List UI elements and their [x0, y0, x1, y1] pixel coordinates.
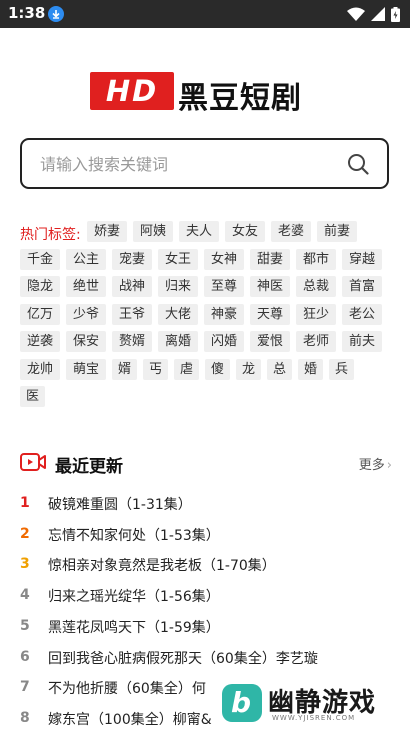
tag-item[interactable]: 离婚	[158, 331, 198, 352]
download-icon	[48, 6, 64, 22]
rank-number: 5	[20, 617, 30, 634]
signal-icon	[371, 7, 385, 21]
tag-item[interactable]: 至尊	[204, 276, 244, 297]
tag-item[interactable]: 婿	[112, 358, 137, 380]
search-box[interactable]	[20, 138, 389, 189]
drama-title[interactable]: 惊相亲对象竟然是我老板（1-70集）	[48, 555, 276, 575]
status-bar: 1:38	[0, 0, 410, 28]
rank-number: 3	[20, 556, 30, 573]
search-input[interactable]	[40, 152, 330, 176]
tag-item[interactable]: 神医	[250, 276, 290, 297]
video-icon	[20, 453, 46, 471]
drama-title[interactable]: 不为他折腰（60集全）何	[48, 678, 206, 698]
status-time: 1:38	[8, 4, 46, 22]
more-link[interactable]: 更多 ›	[359, 454, 392, 473]
tag-item[interactable]: 都市	[296, 248, 336, 270]
hot-tags-label: 热门标签:	[20, 227, 81, 243]
tag-item[interactable]: 老师	[296, 331, 336, 352]
recent-list-item[interactable]: 3 惊相亲对象竟然是我老板（1-70集）	[20, 554, 392, 576]
tag-item[interactable]: 娇妻	[87, 221, 127, 242]
tag-item[interactable]: 归来	[158, 276, 198, 297]
wifi-icon	[347, 7, 365, 21]
tag-item[interactable]: 丐	[143, 358, 168, 380]
watermark: b 幽静游戏 WWW.YJISREN.COM	[220, 680, 406, 726]
recent-list-item[interactable]: 4 归来之瑶光绽华（1-56集）	[20, 585, 392, 607]
tag-item[interactable]: 前夫	[342, 331, 382, 352]
tag-item[interactable]: 宠妻	[112, 248, 152, 270]
tag-item[interactable]: 穿越	[342, 248, 382, 270]
tag-item[interactable]: 战神	[112, 276, 152, 297]
tag-item[interactable]: 保安	[66, 331, 106, 352]
tag-item[interactable]: 夫人	[179, 221, 219, 242]
recent-updates-header: 最近更新 更多 ›	[20, 450, 392, 477]
drama-title[interactable]: 破镜难重圆（1-31集）	[48, 494, 192, 514]
tag-item[interactable]: 少爷	[66, 303, 106, 325]
app-logo: HD 黑豆短剧	[90, 72, 320, 116]
rank-number: 2	[20, 525, 30, 542]
tag-item[interactable]: 阿姨	[133, 221, 173, 242]
tag-item[interactable]: 婚	[298, 358, 323, 380]
tag-item[interactable]: 兵	[329, 358, 354, 380]
tag-item[interactable]: 傻	[205, 358, 230, 380]
watermark-logo-icon: b	[222, 684, 262, 722]
tag-item[interactable]: 狂少	[296, 303, 336, 325]
rank-number: 4	[20, 587, 30, 604]
tag-item[interactable]: 天尊	[250, 303, 290, 325]
rank-number: 6	[20, 648, 30, 665]
tag-item[interactable]: 首富	[342, 276, 382, 297]
battery-icon	[391, 6, 400, 22]
drama-title[interactable]: 嫁东宫（100集全）柳甯&	[48, 709, 212, 729]
rank-number: 8	[20, 709, 30, 726]
status-icons	[347, 5, 400, 23]
tag-item[interactable]: 亿万	[20, 303, 60, 325]
tag-item[interactable]: 龙帅	[20, 358, 60, 380]
rank-number: 7	[20, 679, 30, 696]
tag-item[interactable]: 女王	[158, 248, 198, 270]
recent-list-item[interactable]: 2 忘情不知家何处（1-53集）	[20, 524, 392, 546]
logo-badge: HD	[90, 72, 174, 110]
tag-item[interactable]: 闪婚	[204, 331, 244, 352]
watermark-url: WWW.YJISREN.COM	[272, 714, 356, 722]
drama-title[interactable]: 归来之瑶光绽华（1-56集）	[48, 586, 220, 606]
tag-item[interactable]: 总裁	[296, 276, 336, 297]
recent-list-item[interactable]: 6 回到我爸心脏病假死那天（60集全）李艺璇	[20, 647, 392, 669]
tag-item[interactable]: 千金	[20, 248, 60, 270]
tag-item[interactable]: 爱恨	[250, 331, 290, 352]
search-icon[interactable]	[347, 153, 369, 175]
tag-item[interactable]: 公主	[66, 248, 106, 270]
tag-item[interactable]: 老公	[342, 303, 382, 325]
tag-item[interactable]: 女神	[204, 248, 244, 270]
tag-item[interactable]: 前妻	[317, 221, 357, 242]
tag-item[interactable]: 赘婿	[112, 331, 152, 352]
rank-number: 1	[20, 495, 30, 511]
recent-updates-title: 最近更新	[55, 457, 123, 477]
tag-item[interactable]: 老婆	[271, 221, 311, 242]
drama-title[interactable]: 黑莲花凤鸣天下（1-59集）	[48, 617, 220, 637]
tag-item[interactable]: 神豪	[204, 303, 244, 325]
tag-item[interactable]: 总	[267, 358, 292, 380]
tag-item[interactable]: 萌宝	[66, 358, 106, 380]
tag-item[interactable]: 大佬	[158, 303, 198, 325]
tag-item[interactable]: 甜妻	[250, 248, 290, 270]
tag-item[interactable]: 绝世	[66, 276, 106, 297]
recent-list-item[interactable]: 5 黑莲花凤鸣天下（1-59集）	[20, 616, 392, 638]
tag-item[interactable]: 医	[20, 386, 45, 407]
tag-item[interactable]: 王爷	[112, 303, 152, 325]
logo-name: 黑豆短剧	[178, 81, 302, 116]
recent-list-item[interactable]: 1 破镜难重圆（1-31集）	[20, 493, 392, 515]
tag-item[interactable]: 逆袭	[20, 331, 60, 352]
drama-title[interactable]: 回到我爸心脏病假死那天（60集全）李艺璇	[48, 648, 318, 668]
tag-item[interactable]: 龙	[236, 358, 261, 380]
chevron-right-icon: ›	[386, 458, 392, 473]
tag-item[interactable]: 女友	[225, 221, 265, 242]
drama-title[interactable]: 忘情不知家何处（1-53集）	[48, 525, 220, 545]
tag-item[interactable]: 隐龙	[20, 276, 60, 297]
tag-item[interactable]: 虐	[174, 358, 199, 380]
